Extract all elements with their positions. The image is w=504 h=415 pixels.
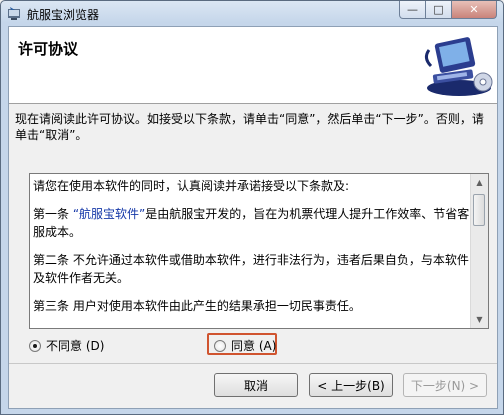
disagree-label: 不同意 (D) (46, 339, 105, 353)
scroll-up-icon[interactable]: ▲ (471, 174, 488, 191)
maximize-icon: □ (433, 3, 444, 16)
license-scrollbar[interactable]: ▲ ▼ (470, 174, 488, 328)
license-content: 请您在使用本软件的同时，认真阅读并承诺接受以下条款及: 第一条 “航服宝软件”是… (33, 177, 470, 315)
computer-setup-art-icon (424, 37, 493, 96)
license-item-3: 第三条 用户对使用本软件由此产生的结果承担一切民事责任。 (33, 299, 361, 313)
intro-text: 现在请阅读此许可协议。如接受以下条款，请单击“同意”，然后单击“下一步”。否则，… (15, 112, 484, 142)
disagree-option[interactable]: 不同意 (D) (29, 337, 104, 354)
close-button[interactable]: ✕ (452, 1, 497, 19)
license-textbox[interactable]: 请您在使用本软件的同时，认真阅读并承诺接受以下条款及: 第一条 “航服宝软件”是… (29, 173, 489, 329)
page-title: 许可协议 (18, 40, 79, 58)
cancel-button[interactable]: 取消 (214, 373, 298, 397)
scroll-thumb[interactable] (473, 194, 485, 226)
installer-window: 航服宝浏览器 — □ ✕ 许可协议 现在请阅读此许可协议。如接受以下条款，请单击… (0, 0, 504, 415)
window-title: 航服宝浏览器 (27, 8, 100, 22)
scroll-down-icon[interactable]: ▼ (471, 311, 488, 328)
agree-option[interactable]: 同意 (A) (214, 337, 276, 354)
disagree-radio[interactable] (29, 339, 41, 352)
license-item-1: 第一条 “航服宝软件”是由航服宝开发的，旨在为机票代理人提升工作效率、节省客服成… (33, 205, 470, 241)
back-button[interactable]: < 上一步(B) (309, 373, 393, 397)
minimize-icon: — (407, 3, 418, 16)
agree-radio[interactable] (214, 339, 226, 352)
license-item-1-prefix: 第一条 (33, 207, 73, 221)
header-panel: 许可协议 (9, 27, 497, 104)
title-bar[interactable]: 航服宝浏览器 — □ ✕ (1, 1, 503, 26)
license-line-intro: 请您在使用本软件的同时，认真阅读并承诺接受以下条款及: (33, 179, 350, 193)
agree-label: 同意 (A) (231, 339, 277, 353)
footer-divider (9, 363, 497, 364)
installer-body: 许可协议 现在请阅读此许可协议。如接受以下条款，请单击“同意”，然后单击“下一步… (8, 26, 498, 409)
next-button[interactable]: 下一步(N) > (403, 373, 487, 397)
license-item-1-link: “航服宝软件” (72, 207, 146, 221)
app-icon (8, 7, 20, 20)
maximize-button[interactable]: □ (426, 1, 452, 19)
license-item-2: 第二条 不允许通过本软件或借助本软件，进行非法行为，违者后果自负，与本软件及软件… (33, 253, 469, 285)
minimize-button[interactable]: — (399, 1, 426, 19)
close-icon: ✕ (469, 3, 479, 16)
